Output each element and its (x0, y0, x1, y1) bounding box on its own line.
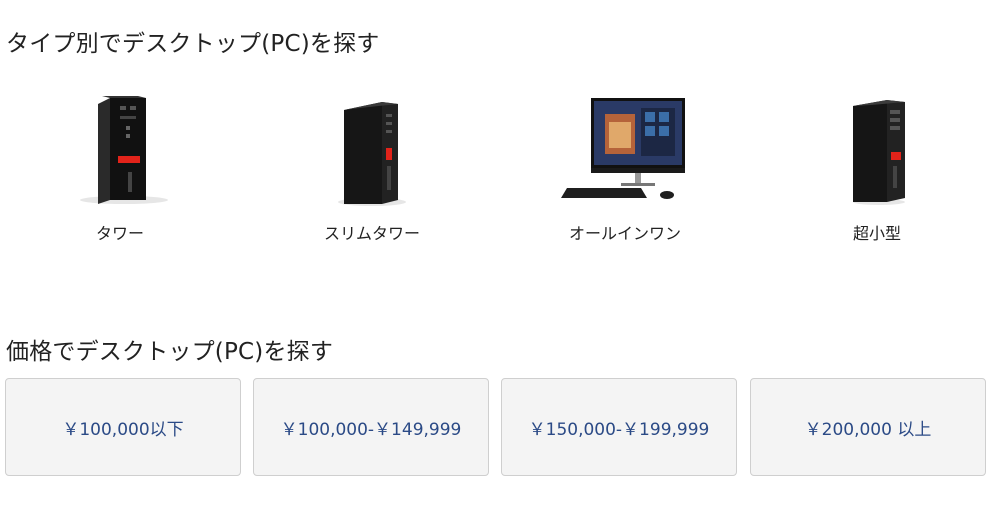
desktop-finder-page: タイプ別でデスクトップ(PC)を探す タワー スリムタワー オールインワン 超小… (0, 0, 1002, 526)
type-label: タワー (95, 224, 144, 243)
type-item-tiny[interactable]: 超小型 (797, 92, 957, 252)
type-label: オールインワン (568, 224, 681, 243)
price-button-over-200000[interactable]: ￥200,000 以上 (750, 378, 986, 476)
type-item-slim-tower[interactable]: スリムタワー (292, 92, 452, 252)
type-item-all-in-one[interactable]: オールインワン (545, 92, 705, 252)
type-label: スリムタワー (323, 224, 420, 243)
tower-pc-icon (40, 92, 200, 210)
price-button-100000-149999[interactable]: ￥100,000-￥149,999 (253, 378, 489, 476)
section-title-by-price: 価格でデスクトップ(PC)を探す (6, 339, 334, 365)
type-label: 超小型 (852, 224, 901, 243)
type-item-tower[interactable]: タワー (40, 92, 200, 252)
all-in-one-pc-icon (545, 92, 705, 210)
tiny-pc-icon (797, 92, 957, 210)
section-title-by-type: タイプ別でデスクトップ(PC)を探す (6, 31, 380, 57)
price-button-150000-199999[interactable]: ￥150,000-￥199,999 (501, 378, 737, 476)
price-button-under-100000[interactable]: ￥100,000以下 (5, 378, 241, 476)
slim-tower-pc-icon (292, 92, 452, 210)
